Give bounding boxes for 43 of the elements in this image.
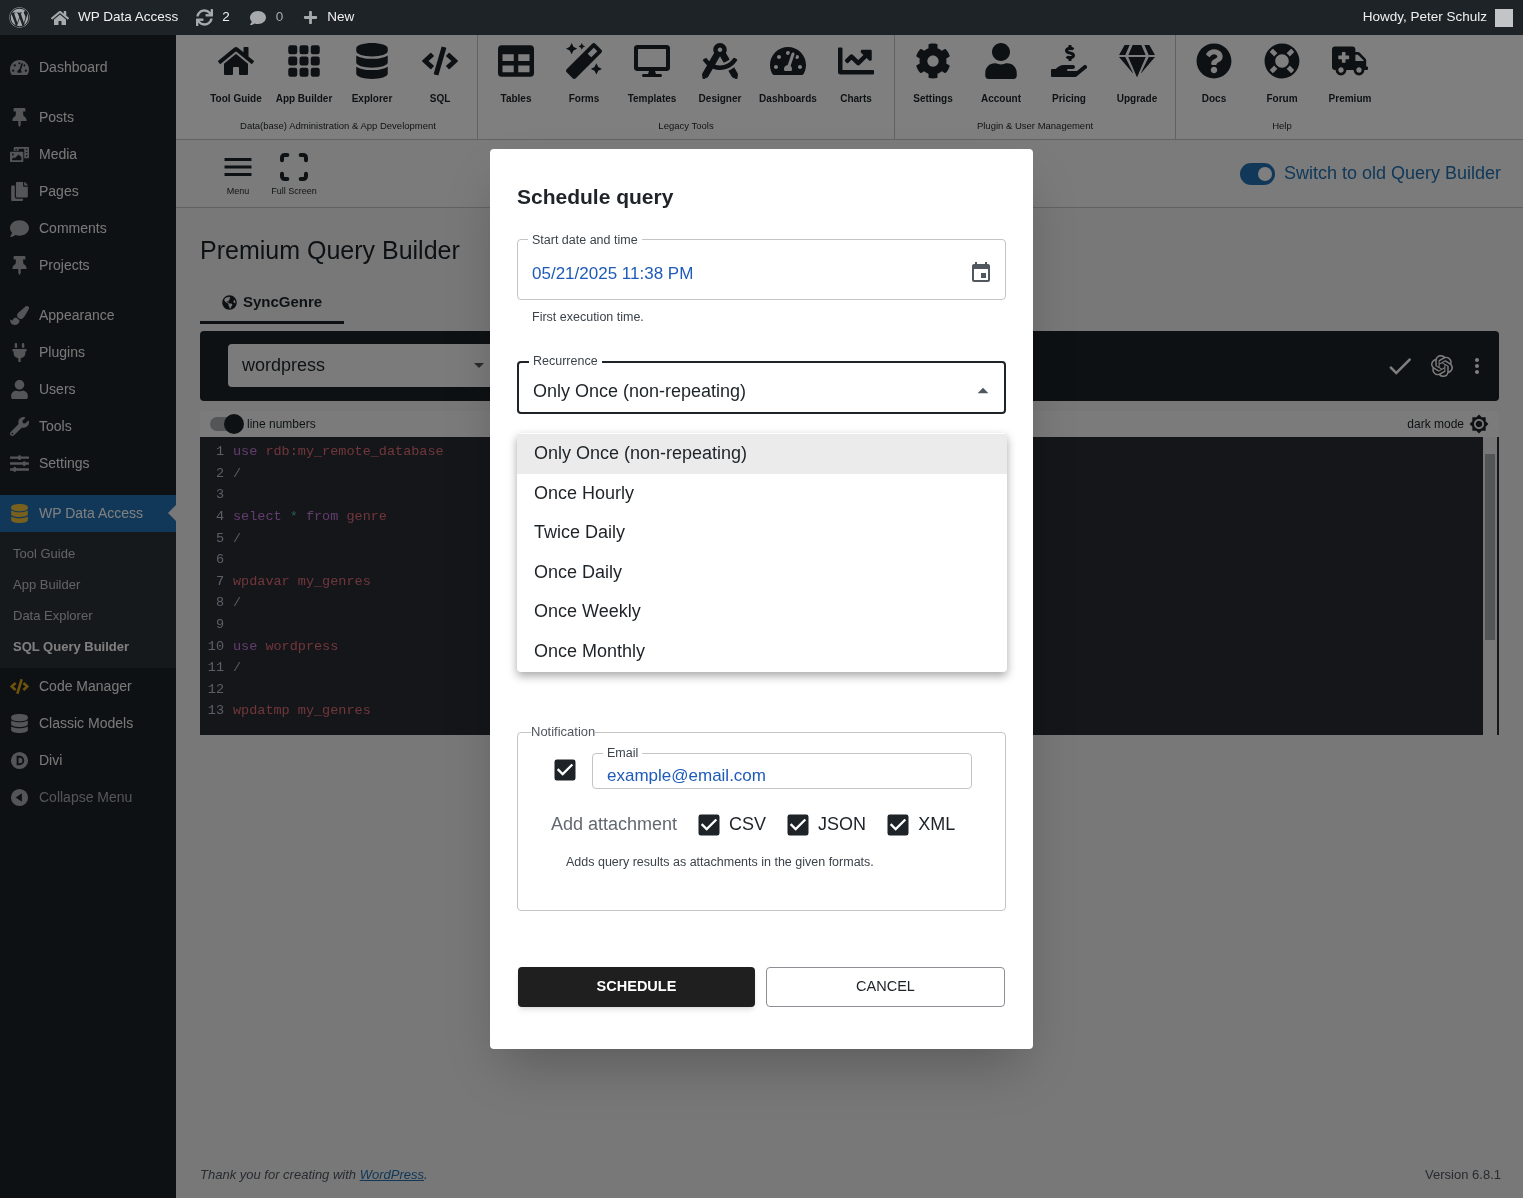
switch-label: Switch to old Query Builder: [1283, 162, 1501, 185]
field-label: Email: [606, 744, 640, 762]
helper-text: First execution time.: [531, 308, 645, 326]
line-number: 8: [214, 594, 224, 613]
attachment-label: Add attachment: [551, 813, 678, 837]
line-number: 5: [214, 529, 224, 548]
page-title: Premium Query Builder: [200, 235, 460, 266]
line-number: 12: [206, 680, 224, 699]
format-label: JSON: [818, 813, 867, 837]
switch-label: line numbers: [247, 415, 316, 433]
line-number: 6: [214, 551, 224, 570]
dialog-title: Schedule query: [517, 184, 675, 210]
code-line: select * from genre: [233, 507, 387, 526]
code-line: /: [233, 464, 242, 483]
group-label: Data(base) Administration & App Development: [239, 119, 437, 133]
code-line: /: [233, 529, 242, 548]
dark-mode-label: dark mode: [1407, 415, 1464, 433]
footer-text: Thank you for creating with WordPress.: [200, 1165, 428, 1184]
code-line: use wordpress: [233, 637, 339, 656]
code-line: wpdatmp my_genres: [233, 702, 371, 721]
field-label: Recurrence: [532, 353, 599, 371]
line-number: 10: [206, 637, 224, 656]
group-label: Help: [1271, 119, 1293, 133]
format-label: CSV: [729, 813, 767, 837]
line-number: 4: [214, 507, 224, 526]
code-line: /: [233, 659, 242, 678]
code-line: wpdavar my_genres: [233, 572, 371, 591]
line-number: 9: [214, 615, 224, 634]
version-text: Version 6.8.1: [1425, 1165, 1501, 1184]
line-number: 3: [214, 486, 224, 505]
line-number: 2: [214, 464, 224, 483]
group-label: Legacy Tools: [657, 119, 715, 133]
format-label: XML: [918, 813, 956, 837]
line-number: 1: [214, 443, 224, 462]
code-line: /: [233, 594, 242, 613]
field-label: Start date and time: [531, 231, 639, 249]
code-line: use rdb:my_remote_database: [233, 443, 444, 462]
line-number: 11: [206, 659, 224, 678]
line-number: 7: [214, 572, 224, 591]
line-number: 13: [206, 702, 224, 721]
helper-text: Adds query results as attachments in the given formats.: [565, 853, 875, 871]
group-legend: Notification: [531, 722, 596, 742]
group-label: Plugin & User Management: [975, 119, 1095, 133]
